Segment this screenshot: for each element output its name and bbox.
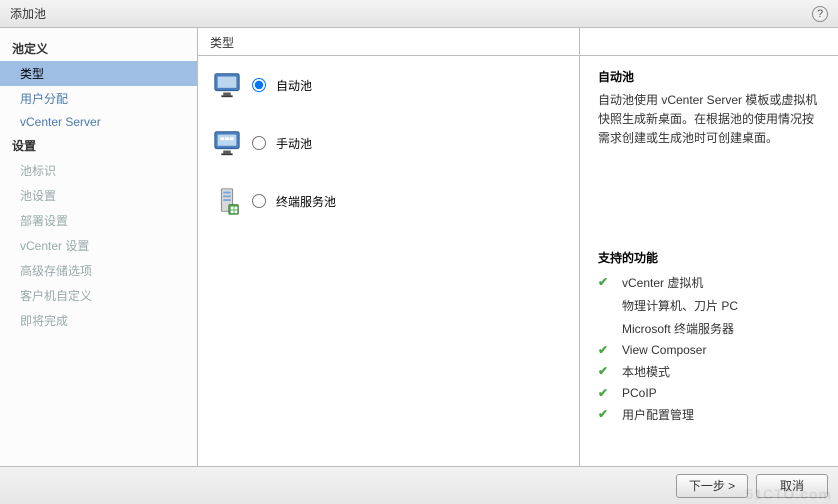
check-icon: ✔ [598, 275, 612, 289]
feature-label: 本地模式 [622, 363, 670, 380]
check-icon: ✔ [598, 386, 612, 400]
feature-item: ✔ vCenter 虚拟机 [598, 274, 820, 291]
sidebar-item-ready: 即将完成 [0, 308, 197, 333]
feature-item: ✔物理计算机、刀片 PC [598, 297, 820, 314]
content: 类型 自动池 手动池 [198, 28, 838, 466]
sidebar-item-deploy-settings: 部署设置 [0, 208, 197, 233]
feature-label: PCoIP [622, 386, 657, 400]
sidebar-item-pool-settings: 池设置 [0, 183, 197, 208]
titlebar: 添加池 ? [0, 0, 838, 28]
feature-item: ✔ 用户配置管理 [598, 406, 820, 423]
sidebar: 池定义 类型 用户分配 vCenter Server 设置 池标识 池设置 部署… [0, 28, 198, 466]
cancel-button[interactable]: 取消 [756, 474, 828, 498]
feature-label: Microsoft 终端服务器 [622, 320, 734, 337]
sidebar-heading-settings: 设置 [0, 133, 197, 158]
radio-manual[interactable] [252, 136, 266, 150]
option-auto[interactable]: 自动池 [212, 70, 565, 100]
sidebar-item-vcenter-settings: vCenter 设置 [0, 233, 197, 258]
info-title: 自动池 [598, 68, 820, 85]
sidebar-item-type[interactable]: 类型 [0, 61, 197, 86]
content-header: 类型 [198, 28, 579, 56]
feature-item: ✔ PCoIP [598, 386, 820, 400]
monitor-manual-icon [212, 128, 242, 158]
option-manual[interactable]: 手动池 [212, 128, 565, 158]
main: 池定义 类型 用户分配 vCenter Server 设置 池标识 池设置 部署… [0, 28, 838, 466]
sidebar-item-pool-id: 池标识 [0, 158, 197, 183]
feature-label: 物理计算机、刀片 PC [622, 297, 738, 314]
option-auto-label: 自动池 [276, 77, 312, 94]
info-description: 自动池使用 vCenter Server 模板或虚拟机快照生成新桌面。在根据池的… [598, 91, 820, 149]
feature-label: vCenter 虚拟机 [622, 274, 703, 291]
content-header-right [580, 28, 838, 56]
option-terminal[interactable]: 终端服务池 [212, 186, 565, 216]
check-icon: ✔ [598, 343, 612, 357]
monitor-auto-icon [212, 70, 242, 100]
next-button[interactable]: 下一步 > [676, 474, 748, 498]
feature-label: 用户配置管理 [622, 406, 694, 423]
radio-terminal[interactable] [252, 194, 266, 208]
feature-item: ✔ View Composer [598, 343, 820, 357]
feature-item: ✔Microsoft 终端服务器 [598, 320, 820, 337]
help-icon[interactable]: ? [812, 6, 828, 22]
window-title: 添加池 [10, 5, 46, 22]
check-icon: ✔ [598, 364, 612, 378]
sidebar-item-vcenter-server[interactable]: vCenter Server [0, 111, 197, 133]
radio-auto[interactable] [252, 78, 266, 92]
check-icon: ✔ [598, 407, 612, 421]
option-manual-label: 手动池 [276, 135, 312, 152]
sidebar-item-storage: 高级存储选项 [0, 258, 197, 283]
features-title: 支持的功能 [598, 249, 820, 266]
panel-right: 自动池 自动池使用 vCenter Server 模板或虚拟机快照生成新桌面。在… [580, 28, 838, 466]
sidebar-heading-pool-def: 池定义 [0, 36, 197, 61]
option-terminal-label: 终端服务池 [276, 193, 336, 210]
server-terminal-icon [212, 186, 242, 216]
feature-label: View Composer [622, 343, 706, 357]
feature-item: ✔ 本地模式 [598, 363, 820, 380]
sidebar-item-guest-custom: 客户机自定义 [0, 283, 197, 308]
footer: 下一步 > 取消 [0, 466, 838, 504]
options-group: 自动池 手动池 终端服务池 [198, 56, 579, 258]
panel-left: 类型 自动池 手动池 [198, 28, 580, 466]
info-body: 自动池 自动池使用 vCenter Server 模板或虚拟机快照生成新桌面。在… [580, 56, 838, 441]
sidebar-item-user-assign[interactable]: 用户分配 [0, 86, 197, 111]
